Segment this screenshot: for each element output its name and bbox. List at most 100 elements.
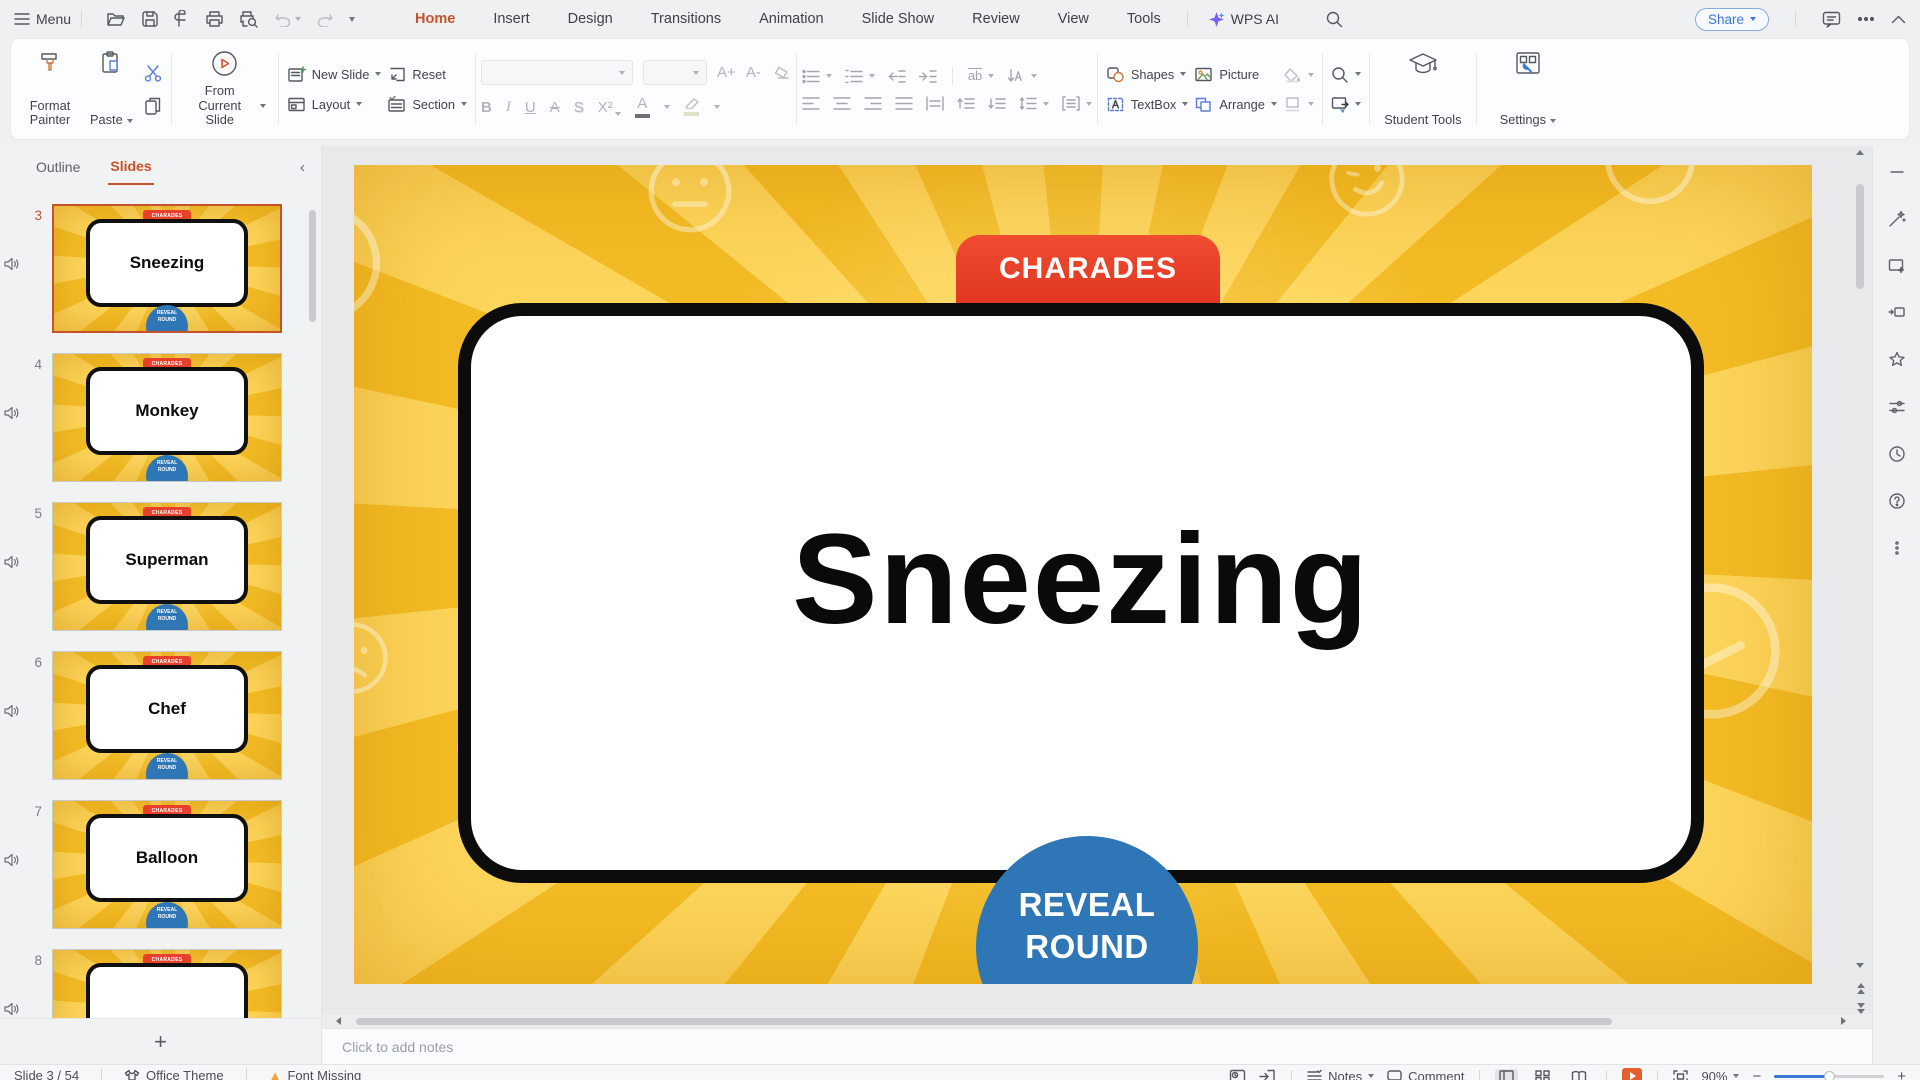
decrease-indent-icon[interactable] [888, 69, 906, 84]
notes-bar[interactable]: Click to add notes [322, 1028, 1872, 1064]
copy-icon[interactable] [143, 96, 163, 116]
view-sorter-button[interactable] [1531, 1069, 1554, 1080]
view-reading-button[interactable] [1567, 1069, 1591, 1080]
shapes-button[interactable]: Shapes [1106, 66, 1189, 83]
font-color-chevron-icon[interactable] [664, 105, 670, 109]
zoom-slider-knob[interactable] [1824, 1071, 1835, 1080]
align-center-icon[interactable] [833, 96, 851, 111]
bullets-button[interactable] [802, 69, 832, 84]
collapse-ribbon-icon[interactable] [1891, 15, 1906, 24]
tab-review[interactable]: Review [972, 11, 1020, 27]
italic-button[interactable]: I [506, 99, 511, 116]
search-icon[interactable] [1325, 10, 1343, 28]
shape-fill-button[interactable] [1283, 67, 1314, 83]
wps-ai-button[interactable]: WPS AI [1208, 11, 1279, 28]
format-painter-button[interactable]: Format Painter [17, 47, 83, 131]
audio-speaker-icon[interactable] [4, 257, 20, 271]
slide-timer-icon[interactable] [1229, 1069, 1246, 1080]
font-name-select[interactable] [481, 60, 633, 85]
redo-icon[interactable] [316, 11, 334, 27]
undo-button[interactable] [274, 11, 301, 27]
slideshow-play-button[interactable] [1622, 1068, 1642, 1080]
tab-outline[interactable]: Outline [34, 150, 82, 184]
textbox-button[interactable]: TextBox [1106, 96, 1189, 113]
save-icon[interactable] [141, 10, 159, 28]
audio-speaker-icon[interactable] [4, 853, 20, 867]
scroll-down-icon[interactable] [1856, 963, 1864, 968]
jump-to-slide-icon[interactable] [1259, 1069, 1276, 1080]
audio-speaker-icon[interactable] [4, 1002, 20, 1016]
slide-canvas[interactable]: CHARADES Sneezing REVEAL ROUND [322, 146, 1872, 1014]
slide[interactable]: CHARADES Sneezing REVEAL ROUND [354, 165, 1812, 984]
present-settings-button[interactable] [1331, 96, 1361, 113]
collapse-panel-icon[interactable]: ‹ [300, 159, 305, 176]
zoom-slider[interactable] [1774, 1075, 1884, 1078]
text-shadow-button[interactable]: S [574, 99, 584, 116]
font-missing-warning[interactable]: ▲ Font Missing [269, 1068, 362, 1080]
slide-thumbnail-4[interactable]: CHARADESMonkeyREVEALROUND [52, 353, 282, 482]
view-normal-button[interactable] [1495, 1069, 1518, 1080]
underline-button[interactable]: U [525, 99, 536, 116]
tab-slide-show[interactable]: Slide Show [862, 11, 935, 27]
slide-thumbnail-7[interactable]: CHARADESBalloonREVEALROUND [52, 800, 282, 929]
vertical-scrollbar[interactable] [1854, 148, 1866, 1012]
slide-thumbnail-6[interactable]: CHARADESChefREVEALROUND [52, 651, 282, 780]
vertical-scroll-thumb[interactable] [1856, 184, 1864, 289]
more-commands-icon[interactable] [349, 17, 355, 22]
audio-speaker-icon[interactable] [4, 555, 20, 569]
increase-indent-icon[interactable] [919, 69, 937, 84]
tab-tools[interactable]: Tools [1127, 11, 1161, 27]
menu-button[interactable]: Menu [14, 11, 71, 27]
decrease-spacing-icon[interactable] [988, 96, 1006, 111]
zoom-in-button[interactable]: + [1897, 1069, 1906, 1080]
transition-icon[interactable] [1887, 303, 1907, 323]
scroll-up-icon[interactable] [1856, 150, 1864, 155]
tab-view[interactable]: View [1058, 11, 1089, 27]
scroll-left-icon[interactable] [336, 1017, 341, 1025]
distribute-icon[interactable] [926, 96, 944, 111]
collapse-pane-icon[interactable] [1887, 162, 1907, 182]
add-slide-button[interactable]: + [154, 1031, 167, 1053]
audio-speaker-icon[interactable] [4, 406, 20, 420]
history-icon[interactable] [1887, 444, 1907, 464]
design-tools-icon[interactable] [1887, 256, 1907, 276]
font-color-button[interactable]: A [635, 96, 650, 118]
print-preview-icon[interactable] [239, 10, 259, 28]
tab-animation[interactable]: Animation [759, 11, 823, 27]
reset-button[interactable]: Reset [387, 66, 467, 83]
fit-slide-icon[interactable] [1673, 1070, 1688, 1080]
clear-format-icon[interactable] [771, 65, 791, 81]
audio-speaker-icon[interactable] [4, 704, 20, 718]
share-button[interactable]: Share [1695, 8, 1769, 31]
highlight-chevron-icon[interactable] [714, 105, 720, 109]
decrease-font-button[interactable]: A- [746, 64, 761, 81]
help-icon[interactable] [1887, 491, 1907, 511]
slide-thumbnail-8[interactable]: CHARADESREVEALROUND [52, 949, 282, 1018]
horizontal-scrollbar[interactable] [322, 1014, 1872, 1028]
font-size-select[interactable] [643, 60, 707, 85]
more-options-icon[interactable] [1857, 16, 1875, 22]
next-slide-button[interactable] [1856, 1003, 1865, 1012]
align-left-icon[interactable] [802, 96, 820, 111]
arrange-button[interactable]: Arrange [1194, 96, 1277, 113]
quick-format-icon[interactable] [1887, 209, 1907, 229]
from-current-slide-button[interactable]: From Current Slide [177, 47, 273, 131]
layout-button[interactable]: Layout [287, 96, 382, 113]
strikethrough-button[interactable]: A [550, 99, 560, 116]
slide-title[interactable]: Sneezing [792, 516, 1370, 870]
bold-button[interactable]: B [481, 99, 492, 116]
panel-scrollbar[interactable] [309, 210, 316, 322]
columns-button[interactable] [1062, 96, 1092, 111]
line-spacing-button[interactable] [1019, 96, 1049, 111]
zoom-out-button[interactable]: − [1752, 1069, 1761, 1080]
previous-slide-button[interactable] [1856, 983, 1865, 992]
zoom-level[interactable]: 90% [1701, 1069, 1739, 1080]
highlight-button[interactable] [684, 98, 700, 116]
cut-icon[interactable] [143, 63, 163, 83]
align-right-icon[interactable] [864, 96, 882, 111]
shape-outline-button[interactable] [1283, 96, 1314, 112]
word-card[interactable]: Sneezing [458, 303, 1704, 883]
notes-toggle[interactable]: Notes [1307, 1069, 1374, 1080]
tab-slides[interactable]: Slides [108, 149, 153, 185]
student-tools-button[interactable]: Student Tools [1375, 47, 1471, 131]
